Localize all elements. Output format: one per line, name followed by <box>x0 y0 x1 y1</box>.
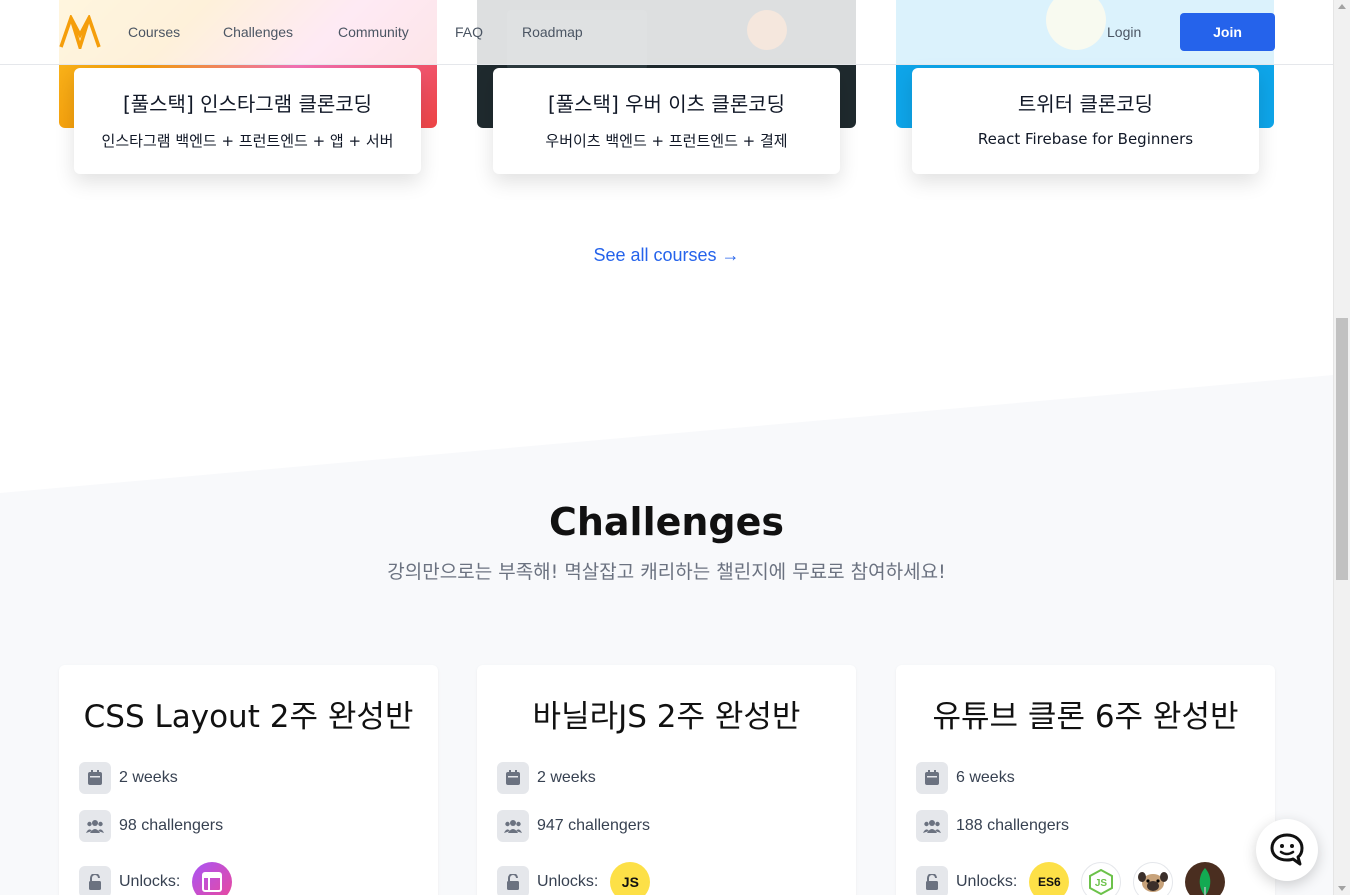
challenge-title: 바닐라JS 2주 완성반 <box>532 699 801 735</box>
unlocks-row: Unlocks: JS <box>497 862 651 895</box>
nav-faq[interactable]: FAQ <box>455 24 483 40</box>
layout-icon <box>192 862 233 895</box>
calendar-icon <box>79 762 111 794</box>
nav-courses[interactable]: Courses <box>128 24 180 40</box>
nav-community[interactable]: Community <box>338 24 409 40</box>
top-nav: Courses Challenges Community FAQ Roadmap… <box>0 0 1333 65</box>
duration-row: 2 weeks <box>497 762 596 794</box>
course-title: 트위터 클론코딩 <box>1017 92 1154 116</box>
see-all-courses-link[interactable]: See all courses → <box>0 245 1333 266</box>
page: [풀스택] 인스타그램 클론코딩 인스타그램 백엔드 + 프런트엔드 + 앱 +… <box>0 0 1333 895</box>
course-card[interactable]: 트위터 클론코딩 React Firebase for Beginners <box>912 68 1259 174</box>
calendar-icon <box>497 762 529 794</box>
chat-bubble-icon <box>1270 833 1304 866</box>
challengers-row: 188 challengers <box>916 810 1069 842</box>
course-card[interactable]: [풀스택] 인스타그램 클론코딩 인스타그램 백엔드 + 프런트엔드 + 앱 +… <box>74 68 421 174</box>
challenge-title: 유튜브 클론 6주 완성반 <box>932 699 1239 735</box>
nav-roadmap[interactable]: Roadmap <box>522 24 583 40</box>
users-icon <box>79 810 111 842</box>
challengers-text: 188 challengers <box>956 817 1069 834</box>
course-subtitle: React Firebase for Beginners <box>977 130 1194 148</box>
duration-row: 2 weeks <box>79 762 178 794</box>
unlocks-label: Unlocks: <box>537 873 599 890</box>
course-subtitle: 인스타그램 백엔드 + 프런트엔드 + 앱 + 서버 <box>101 132 394 150</box>
join-button[interactable]: Join <box>1180 13 1275 51</box>
unlocks-row: Unlocks: <box>79 862 233 895</box>
challengers-text: 947 challengers <box>537 817 650 834</box>
section-title: Challenges <box>548 500 785 544</box>
scrollbar-thumb[interactable] <box>1336 318 1348 580</box>
pug-icon <box>1133 862 1174 895</box>
course-card[interactable]: [풀스택] 우버 이츠 클론코딩 우버이츠 백엔드 + 프런트엔드 + 결제 <box>493 68 840 174</box>
chat-button[interactable] <box>1256 819 1318 881</box>
users-icon <box>916 810 948 842</box>
unlocks-label: Unlocks: <box>119 873 181 890</box>
section-subtitle: 강의만으로는 부족해! 멱살잡고 캐리하는 챌린지에 무료로 참여하세요! <box>387 561 946 583</box>
lock-icon <box>497 866 529 895</box>
challenge-title: CSS Layout 2주 완성반 <box>83 699 414 735</box>
course-title: [풀스택] 우버 이츠 클론코딩 <box>547 92 786 116</box>
calendar-icon <box>916 762 948 794</box>
login-link[interactable]: Login <box>1107 24 1141 40</box>
duration-text: 2 weeks <box>119 769 178 786</box>
course-subtitle: 우버이츠 백엔드 + 프런트엔드 + 결제 <box>545 132 788 150</box>
unlocks-row: Unlocks: ES6 JS <box>916 862 1226 895</box>
challengers-text: 98 challengers <box>119 817 224 834</box>
scroll-up-arrow-icon[interactable] <box>1338 4 1346 9</box>
lock-icon <box>916 866 948 895</box>
nodejs-badge-icon: JS <box>1081 862 1122 895</box>
challenge-card[interactable]: 유튜브 클론 6주 완성반 6 weeks 188 challengers Un… <box>896 665 1275 895</box>
challengers-row: 947 challengers <box>497 810 650 842</box>
scroll-down-arrow-icon[interactable] <box>1338 886 1346 891</box>
duration-text: 6 weeks <box>956 769 1015 786</box>
course-title: [풀스택] 인스타그램 클론코딩 <box>122 92 373 116</box>
challengers-row: 98 challengers <box>79 810 223 842</box>
users-icon <box>497 810 529 842</box>
svg-text:JS: JS <box>1095 878 1108 889</box>
duration-row: 6 weeks <box>916 762 1015 794</box>
vertical-scrollbar[interactable] <box>1333 0 1350 895</box>
es6-badge-icon: ES6 <box>1029 862 1070 895</box>
duration-text: 2 weeks <box>537 769 596 786</box>
unlocks-label: Unlocks: <box>956 873 1018 890</box>
nav-challenges[interactable]: Challenges <box>223 24 293 40</box>
nomad-logo-icon[interactable] <box>59 15 101 49</box>
js-badge-icon: JS <box>610 862 651 895</box>
mongodb-leaf-icon <box>1185 862 1226 895</box>
challenge-card[interactable]: CSS Layout 2주 완성반 2 weeks 98 challengers… <box>59 665 438 895</box>
lock-icon <box>79 866 111 895</box>
challenge-card[interactable]: 바닐라JS 2주 완성반 2 weeks 947 challengers Unl… <box>477 665 856 895</box>
